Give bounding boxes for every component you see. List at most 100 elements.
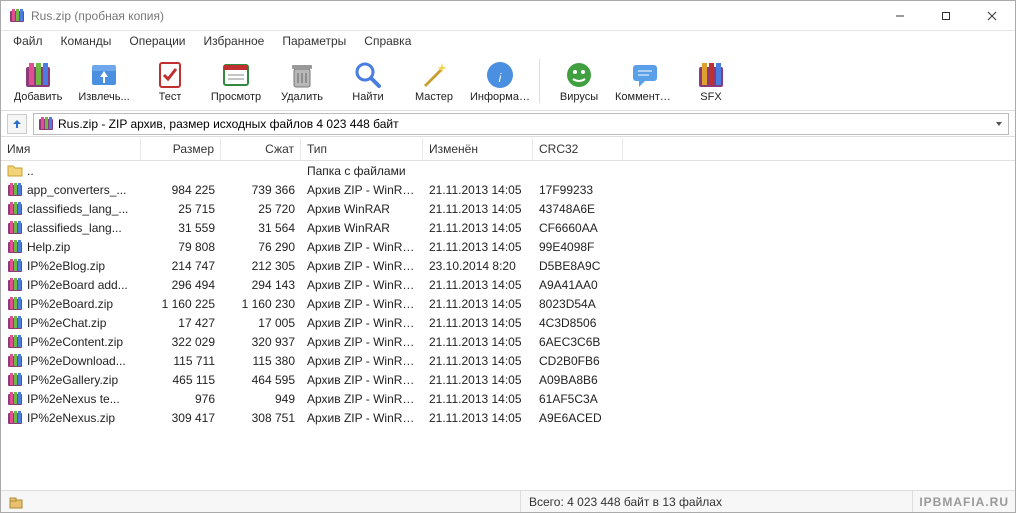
file-packed: 17 005: [221, 315, 301, 331]
file-type: Архив ZIP - WinRAR: [301, 391, 423, 407]
tool-extract[interactable]: Извлечь...: [73, 53, 135, 109]
file-type: Архив ZIP - WinRAR: [301, 296, 423, 312]
table-row[interactable]: IP%2eNexus te... 976949Архив ZIP - WinRAR…: [1, 389, 1015, 408]
status-left: [1, 491, 521, 512]
archive-icon: [7, 258, 23, 274]
tool-find[interactable]: Найти: [337, 53, 399, 109]
file-modified: 21.11.2013 14:05: [423, 296, 533, 312]
file-size: 296 494: [141, 277, 221, 293]
menubar: ФайлКомандыОперацииИзбранноеПараметрыСпр…: [1, 31, 1015, 51]
window-root: Rus.zip (пробная копия) ФайлКомандыОпера…: [0, 0, 1016, 513]
archive-icon: [7, 391, 23, 407]
file-packed: 31 564: [221, 220, 301, 236]
file-type: Архив ZIP - WinRAR: [301, 277, 423, 293]
file-size: 17 427: [141, 315, 221, 331]
file-name: IP%2eBoard.zip: [27, 297, 113, 311]
archive-icon: [7, 372, 23, 388]
status-total: Всего: 4 023 448 байт в 13 файлах: [521, 491, 913, 512]
file-type: Архив WinRAR: [301, 201, 423, 217]
tool-view[interactable]: Просмотр: [205, 53, 267, 109]
tool-label: Мастер: [415, 91, 453, 103]
menu-item[interactable]: Избранное: [196, 32, 273, 50]
titlebar: Rus.zip (пробная копия): [1, 1, 1015, 31]
view-icon: [220, 59, 252, 91]
file-modified: 21.11.2013 14:05: [423, 239, 533, 255]
col-crc[interactable]: CRC32: [533, 138, 623, 160]
menu-item[interactable]: Операции: [121, 32, 193, 50]
table-row[interactable]: IP%2eNexus.zip309 417308 751Архив ZIP - …: [1, 408, 1015, 427]
tool-virus[interactable]: Вирусы: [548, 53, 610, 109]
menu-item[interactable]: Файл: [5, 32, 51, 50]
file-crc: 99E4098F: [533, 239, 623, 255]
file-modified: 21.11.2013 14:05: [423, 277, 533, 293]
menu-item[interactable]: Справка: [356, 32, 419, 50]
col-type[interactable]: Тип: [301, 138, 423, 160]
tool-label: Извлечь...: [78, 91, 129, 103]
file-packed: 25 720: [221, 201, 301, 217]
tool-label: SFX: [700, 91, 721, 103]
file-modified: 23.10.2014 8:20: [423, 258, 533, 274]
table-row[interactable]: IP%2eBoard.zip1 160 2251 160 230Архив ZI…: [1, 294, 1015, 313]
table-row[interactable]: IP%2eGallery.zip465 115464 595Архив ZIP …: [1, 370, 1015, 389]
up-button[interactable]: [7, 114, 27, 134]
table-row[interactable]: classifieds_lang...31 55931 564Архив Win…: [1, 218, 1015, 237]
maximize-button[interactable]: [923, 1, 969, 30]
file-type: Архив ZIP - WinRAR: [301, 353, 423, 369]
close-button[interactable]: [969, 1, 1015, 30]
tool-add[interactable]: Добавить: [7, 53, 69, 109]
tool-wizard[interactable]: Мастер: [403, 53, 465, 109]
col-size[interactable]: Размер: [141, 138, 221, 160]
file-size: 309 417: [141, 410, 221, 426]
file-type: Архив WinRAR: [301, 220, 423, 236]
table-row[interactable]: IP%2eBlog.zip214 747212 305Архив ZIP - W…: [1, 256, 1015, 275]
file-packed: 739 366: [221, 182, 301, 198]
tool-test[interactable]: Тест: [139, 53, 201, 109]
table-row-parent[interactable]: ..Папка с файлами: [1, 161, 1015, 180]
sfx-icon: [695, 59, 727, 91]
table-row[interactable]: app_converters_...984 225739 366Архив ZI…: [1, 180, 1015, 199]
tool-sfx[interactable]: SFX: [680, 53, 742, 109]
file-modified: 21.11.2013 14:05: [423, 315, 533, 331]
file-type: Архив ZIP - WinRAR: [301, 372, 423, 388]
chevron-down-icon[interactable]: [994, 119, 1004, 129]
delete-icon: [286, 59, 318, 91]
window-controls: [877, 1, 1015, 30]
column-headers: Имя Размер Сжат Тип Изменён CRC32: [1, 137, 1015, 161]
tool-info[interactable]: iИнформация: [469, 53, 531, 109]
file-size: 984 225: [141, 182, 221, 198]
archive-icon: [7, 182, 23, 198]
file-modified: 21.11.2013 14:05: [423, 372, 533, 388]
extract-icon: [88, 59, 120, 91]
file-name: IP%2eBoard add...: [27, 278, 128, 292]
archive-icon: [7, 353, 23, 369]
table-row[interactable]: classifieds_lang_...25 71525 720Архив Wi…: [1, 199, 1015, 218]
path-field[interactable]: Rus.zip - ZIP архив, размер исходных фай…: [33, 113, 1009, 135]
menu-item[interactable]: Параметры: [274, 32, 354, 50]
file-size: 1 160 225: [141, 296, 221, 312]
col-modified[interactable]: Изменён: [423, 138, 533, 160]
table-row[interactable]: IP%2eBoard add...296 494294 143Архив ZIP…: [1, 275, 1015, 294]
file-packed: 949: [221, 391, 301, 407]
file-modified: 21.11.2013 14:05: [423, 220, 533, 236]
archive-icon: [7, 334, 23, 350]
table-row[interactable]: IP%2eDownload...115 711115 380Архив ZIP …: [1, 351, 1015, 370]
file-crc: 17F99233: [533, 182, 623, 198]
file-size: 976: [141, 391, 221, 407]
menu-item[interactable]: Команды: [53, 32, 120, 50]
table-row[interactable]: IP%2eContent.zip322 029320 937Архив ZIP …: [1, 332, 1015, 351]
tool-comment[interactable]: Комментарий: [614, 53, 676, 109]
info-icon: i: [484, 59, 516, 91]
col-name[interactable]: Имя: [1, 138, 141, 160]
status-icon: [9, 495, 23, 509]
file-name: app_converters_...: [27, 183, 126, 197]
file-list[interactable]: Имя Размер Сжат Тип Изменён CRC32 ..Папк…: [1, 137, 1015, 490]
table-row[interactable]: IP%2eChat.zip17 42717 005Архив ZIP - Win…: [1, 313, 1015, 332]
minimize-button[interactable]: [877, 1, 923, 30]
file-name: IP%2eNexus te...: [27, 392, 120, 406]
statusbar: Всего: 4 023 448 байт в 13 файлах IPBMAF…: [1, 490, 1015, 512]
table-row[interactable]: Help.zip79 80876 290Архив ZIP - WinRAR21…: [1, 237, 1015, 256]
tool-delete[interactable]: Удалить: [271, 53, 333, 109]
tool-label: Комментарий: [615, 91, 675, 103]
file-packed: 308 751: [221, 410, 301, 426]
col-packed[interactable]: Сжат: [221, 138, 301, 160]
